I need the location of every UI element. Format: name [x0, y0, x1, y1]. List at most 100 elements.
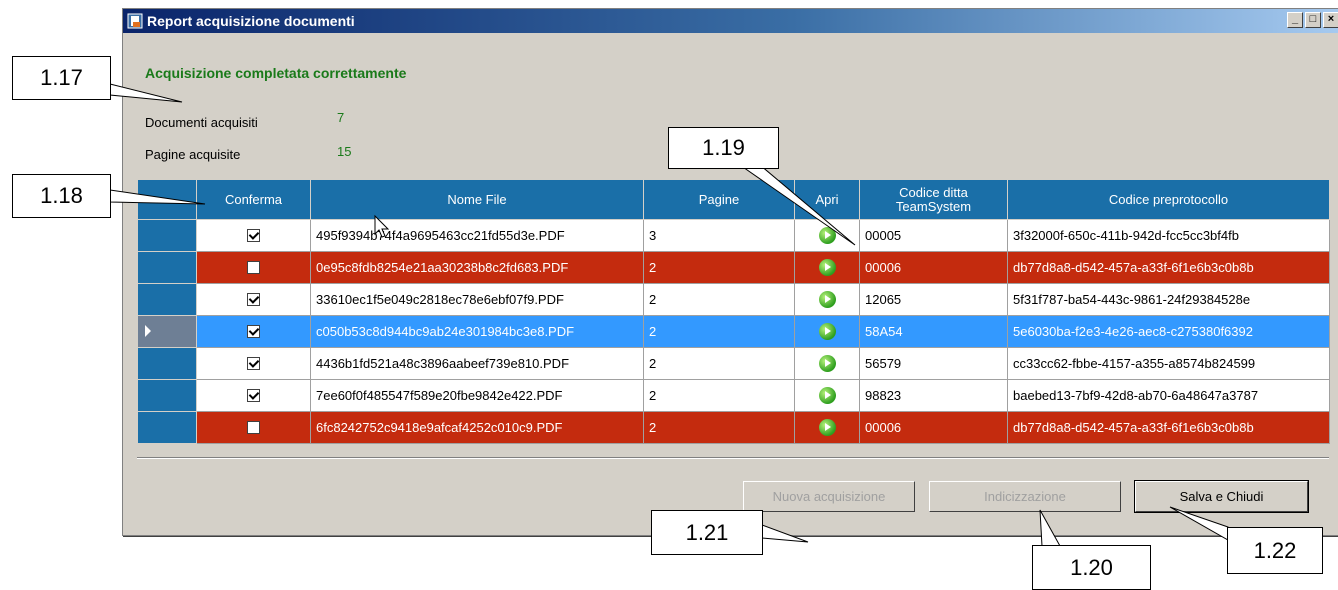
cell-confirm[interactable] — [196, 315, 311, 348]
row-header-corner — [137, 179, 197, 220]
callout-1-18: 1.18 — [12, 174, 111, 218]
cell-open[interactable] — [794, 379, 860, 412]
cell-confirm[interactable] — [196, 283, 311, 316]
row-header[interactable] — [137, 219, 197, 252]
table-row[interactable]: c050b53c8d944bc9ab24e301984bc3e8.PDF 2 58A… — [137, 315, 1330, 348]
confirm-checkbox[interactable] — [247, 389, 260, 402]
table-row[interactable]: 7ee60f0f485547f589e20fbe9842e422.PDF 2 988… — [137, 379, 1330, 412]
row-header[interactable] — [137, 315, 197, 348]
cell-filename[interactable]: c050b53c8d944bc9ab24e301984bc3e8.PDF — [310, 315, 644, 348]
col-header-filename[interactable]: Nome File — [310, 179, 644, 220]
cell-preprotocol[interactable]: cc33cc62-fbbe-4157-a355-a8574b824599 — [1007, 347, 1330, 380]
save-close-button[interactable]: Salva e Chiudi — [1134, 480, 1309, 513]
callout-1-19: 1.19 — [668, 127, 779, 169]
cell-pages[interactable]: 3 — [643, 219, 795, 252]
table-row[interactable]: 0e95c8fdb8254e21aa30238b8c2fd683.PDF 2 000… — [137, 251, 1330, 284]
pages-acquired-label: Pagine acquisite — [145, 147, 241, 162]
cell-filename[interactable]: 0e95c8fdb8254e21aa30238b8c2fd683.PDF — [310, 251, 644, 284]
separator — [137, 457, 1329, 459]
col-header-confirm[interactable]: Conferma — [196, 179, 311, 220]
row-header[interactable] — [137, 411, 197, 444]
cell-filename[interactable]: 6fc8242752c9418e9afcaf4252c010c9.PDF — [310, 411, 644, 444]
cell-open[interactable] — [794, 315, 860, 348]
cell-company-code[interactable]: 58A54 — [859, 315, 1008, 348]
cell-preprotocol[interactable]: 5f31f787-ba54-443c-9861-24f29384528e — [1007, 283, 1330, 316]
cell-company-code[interactable]: 98823 — [859, 379, 1008, 412]
col-header-company-code-line2: TeamSystem — [895, 198, 972, 214]
cell-confirm[interactable] — [196, 379, 311, 412]
col-header-preprotocol[interactable]: Codice preprotocollo — [1007, 179, 1330, 220]
cell-filename[interactable]: 495f9394b74f4a9695463cc21fd55d3e.PDF — [310, 219, 644, 252]
minimize-icon[interactable]: _ — [1287, 12, 1303, 28]
cell-preprotocol[interactable]: db77d8a8-d542-457a-a33f-6f1e6b3c0b8b — [1007, 251, 1330, 284]
row-header[interactable] — [137, 347, 197, 380]
col-header-company-code[interactable]: Codice ditta TeamSystem — [859, 179, 1008, 220]
cell-pages[interactable]: 2 — [643, 347, 795, 380]
confirm-checkbox[interactable] — [247, 229, 260, 242]
confirm-checkbox[interactable] — [247, 357, 260, 370]
cell-confirm[interactable] — [196, 347, 311, 380]
cell-pages[interactable]: 2 — [643, 411, 795, 444]
cell-company-code[interactable]: 12065 — [859, 283, 1008, 316]
open-document-icon[interactable] — [818, 259, 836, 276]
cell-pages[interactable]: 2 — [643, 315, 795, 348]
confirm-checkbox[interactable] — [247, 261, 260, 274]
cell-pages[interactable]: 2 — [643, 379, 795, 412]
indexing-button[interactable]: Indicizzazione — [929, 481, 1121, 512]
open-document-icon[interactable] — [818, 291, 836, 308]
window-title: Report acquisizione documenti — [147, 13, 355, 29]
current-row-arrow-icon — [145, 325, 151, 337]
cell-open[interactable] — [794, 411, 860, 444]
docs-acquired-value: 7 — [337, 110, 345, 125]
cell-open[interactable] — [794, 219, 860, 252]
cell-preprotocol[interactable]: 5e6030ba-f2e3-4e26-aec8-c275380f6392 — [1007, 315, 1330, 348]
row-header[interactable] — [137, 251, 197, 284]
cell-filename[interactable]: 33610ec1f5e049c2818ec78e6ebf07f9.PDF — [310, 283, 644, 316]
table-row[interactable]: 6fc8242752c9418e9afcaf4252c010c9.PDF 2 000… — [137, 411, 1330, 444]
cell-confirm[interactable] — [196, 411, 311, 444]
pages-acquired-value: 15 — [337, 144, 352, 159]
open-document-icon[interactable] — [818, 323, 836, 340]
cell-company-code[interactable]: 00006 — [859, 411, 1008, 444]
cell-company-code[interactable]: 00005 — [859, 219, 1008, 252]
open-document-icon[interactable] — [818, 227, 836, 244]
cell-pages[interactable]: 2 — [643, 251, 795, 284]
cell-open[interactable] — [794, 347, 860, 380]
app-icon — [127, 13, 143, 29]
col-header-pages[interactable]: Pagine — [643, 179, 795, 220]
callout-1-17: 1.17 — [12, 56, 111, 100]
cell-confirm[interactable] — [196, 219, 311, 252]
title-bar[interactable]: Report acquisizione documenti _ □ × — [123, 9, 1338, 33]
cell-company-code[interactable]: 56579 — [859, 347, 1008, 380]
cell-open[interactable] — [794, 251, 860, 284]
confirm-checkbox[interactable] — [247, 325, 260, 338]
cell-open[interactable] — [794, 283, 860, 316]
table-row[interactable]: 33610ec1f5e049c2818ec78e6ebf07f9.PDF 2 120… — [137, 283, 1330, 316]
confirm-checkbox[interactable] — [247, 421, 260, 434]
table-row[interactable]: 4436b1fd521a48c3896aabeef739e810.PDF 2 565… — [137, 347, 1330, 380]
close-icon[interactable]: × — [1323, 12, 1338, 28]
row-header[interactable] — [137, 283, 197, 316]
docs-acquired-label: Documenti acquisiti — [145, 115, 258, 130]
cell-confirm[interactable] — [196, 251, 311, 284]
maximize-icon[interactable]: □ — [1305, 12, 1321, 28]
cell-preprotocol[interactable]: baebed13-7bf9-42d8-ab70-6a48647a3787 — [1007, 379, 1330, 412]
cell-preprotocol[interactable]: 3f32000f-650c-411b-942d-fcc5cc3bf4fb — [1007, 219, 1330, 252]
cell-preprotocol[interactable]: db77d8a8-d542-457a-a33f-6f1e6b3c0b8b — [1007, 411, 1330, 444]
cell-pages[interactable]: 2 — [643, 283, 795, 316]
cell-company-code[interactable]: 00006 — [859, 251, 1008, 284]
open-document-icon[interactable] — [818, 355, 836, 372]
confirm-checkbox[interactable] — [247, 293, 260, 306]
open-document-icon[interactable] — [818, 419, 836, 436]
new-acquisition-button[interactable]: Nuova acquisizione — [743, 481, 915, 512]
col-header-open[interactable]: Apri — [794, 179, 860, 220]
open-document-icon[interactable] — [818, 387, 836, 404]
documents-grid: Conferma Nome File Pagine Apri Codice di… — [137, 179, 1330, 444]
report-window: Report acquisizione documenti _ □ × Acqu… — [122, 8, 1338, 536]
cell-filename[interactable]: 7ee60f0f485547f589e20fbe9842e422.PDF — [310, 379, 644, 412]
cell-filename[interactable]: 4436b1fd521a48c3896aabeef739e810.PDF — [310, 347, 644, 380]
callout-1-21: 1.21 — [651, 510, 763, 555]
table-row[interactable]: 495f9394b74f4a9695463cc21fd55d3e.PDF 3 000… — [137, 219, 1330, 252]
row-header[interactable] — [137, 379, 197, 412]
callout-1-22: 1.22 — [1227, 527, 1323, 574]
